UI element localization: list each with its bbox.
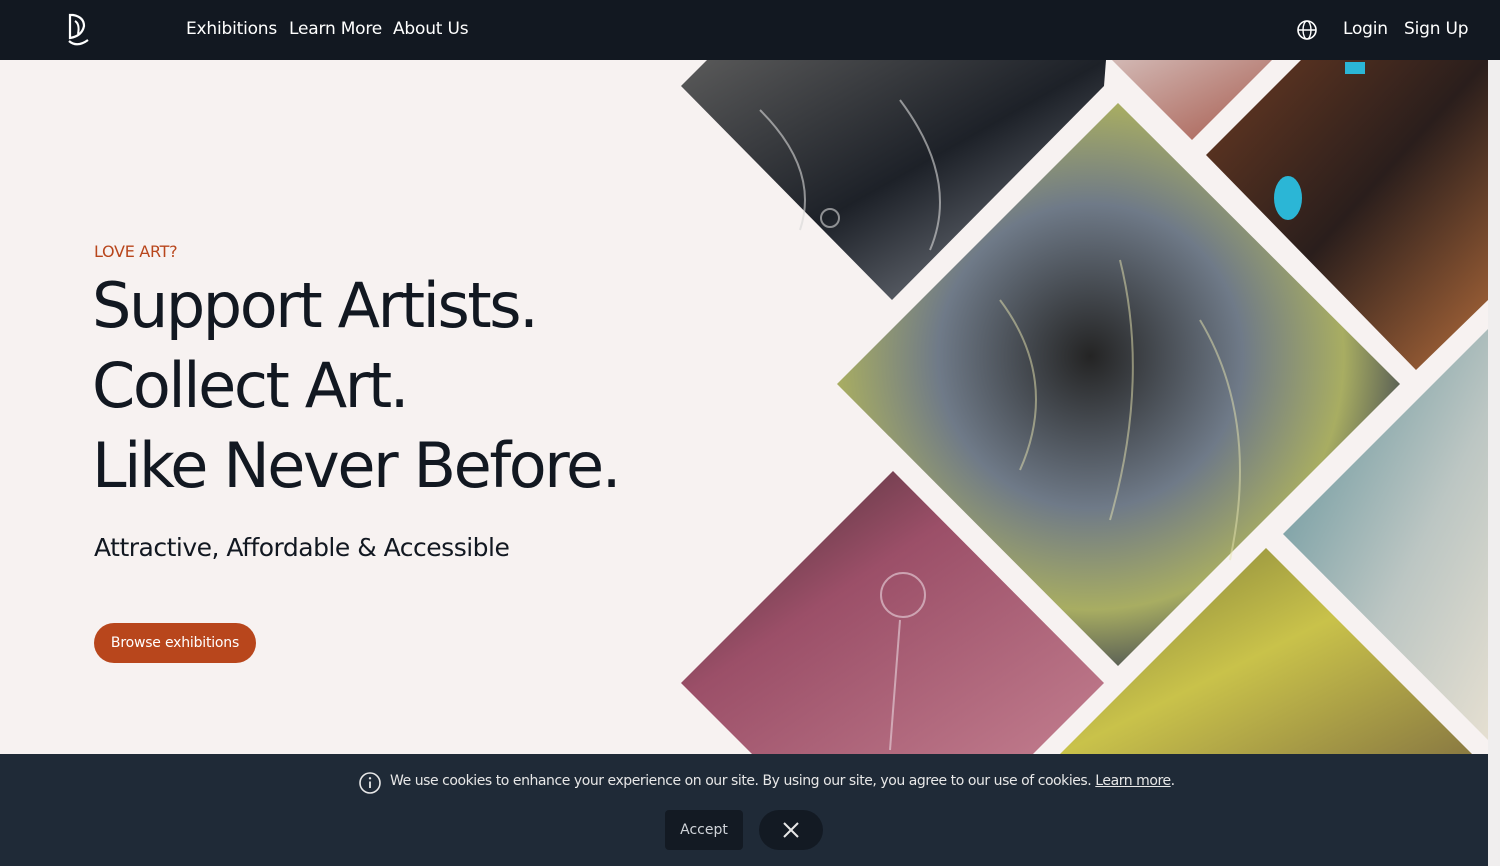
hero-headline-line-1: Support Artists. bbox=[92, 269, 539, 342]
nav-link-about-us[interactable]: About Us bbox=[393, 19, 469, 39]
nav-link-exhibitions[interactable]: Exhibitions bbox=[186, 19, 277, 39]
logo-icon[interactable] bbox=[64, 12, 94, 48]
cookie-text: We use cookies to enhance your experienc… bbox=[390, 773, 1092, 789]
hero-headline-line-3: Like Never Before. bbox=[92, 429, 621, 502]
hero-subhead: Attractive, Affordable & Accessible bbox=[94, 533, 510, 562]
globe-icon[interactable] bbox=[1296, 19, 1318, 41]
nav-link-learn-more[interactable]: Learn More bbox=[289, 19, 382, 39]
signup-link[interactable]: Sign Up bbox=[1404, 19, 1469, 39]
cookie-text-period: . bbox=[1170, 773, 1175, 789]
close-cookie-banner-button[interactable] bbox=[759, 810, 823, 850]
cookie-banner: We use cookies to enhance your experienc… bbox=[0, 754, 1488, 866]
info-icon bbox=[359, 772, 381, 794]
hero-eyebrow: LOVE ART? bbox=[94, 242, 178, 261]
accept-cookies-button[interactable]: Accept bbox=[665, 810, 743, 850]
scrollbar[interactable] bbox=[1488, 60, 1500, 866]
login-link[interactable]: Login bbox=[1343, 19, 1388, 39]
browse-exhibitions-button[interactable]: Browse exhibitions bbox=[94, 623, 256, 663]
cookie-learn-more-link[interactable]: Learn more bbox=[1095, 773, 1171, 789]
top-navigation: Exhibitions Learn More About Us Login Si… bbox=[0, 0, 1500, 60]
cookie-message: We use cookies to enhance your experienc… bbox=[390, 773, 1175, 789]
close-icon bbox=[783, 822, 799, 838]
hero-headline-line-2: Collect Art. bbox=[92, 349, 409, 422]
